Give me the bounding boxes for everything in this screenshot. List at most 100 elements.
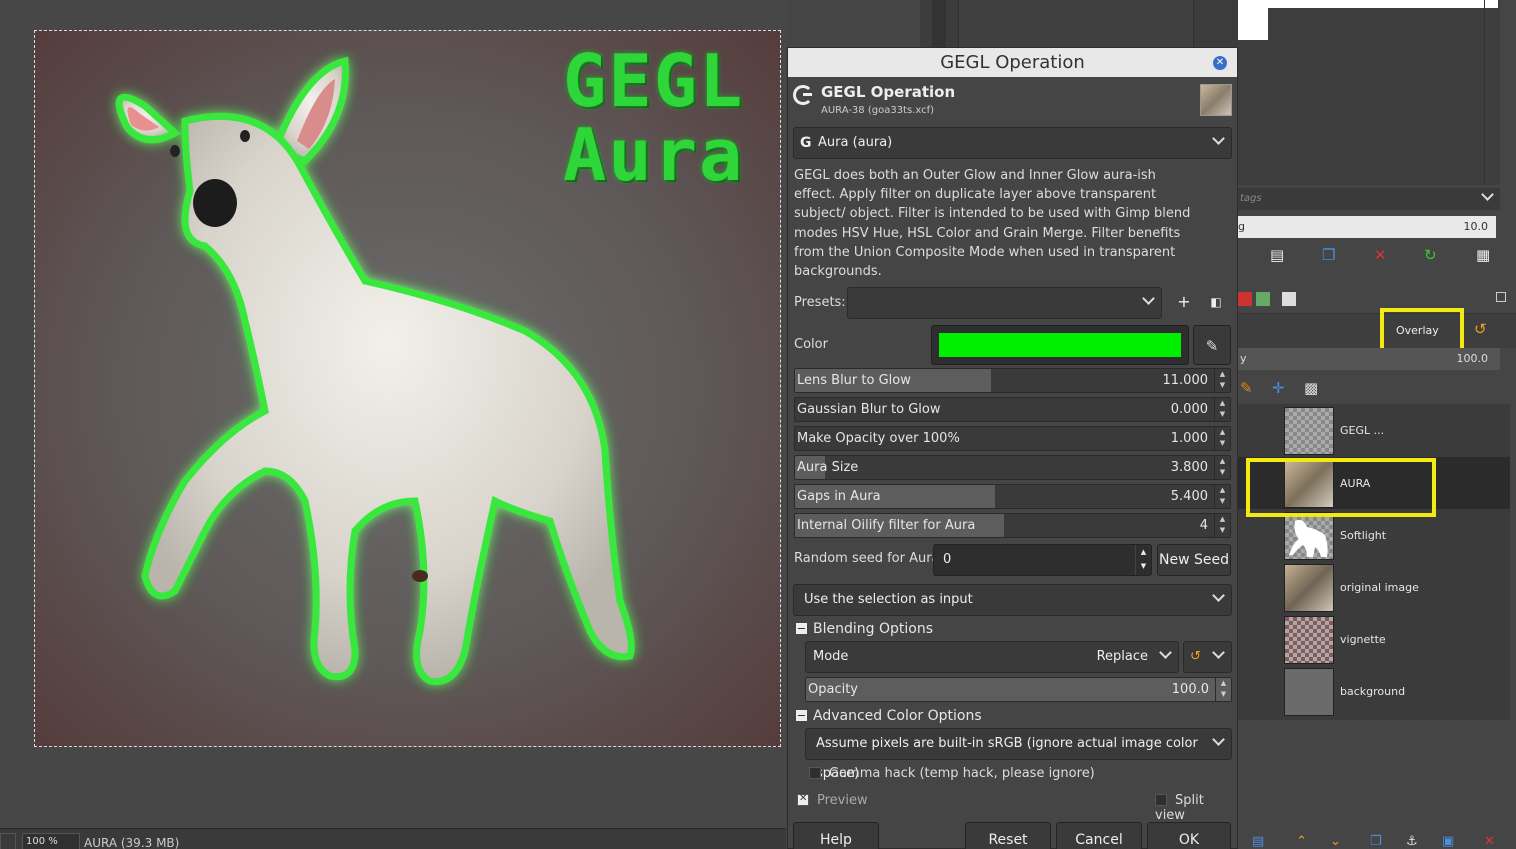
param-slider[interactable]: Gaps in Aura 5.400 ▲ ▼ [794,484,1231,509]
color-picker-icon[interactable]: ✎ [1193,325,1231,365]
new-layer-icon[interactable]: ▤ [1252,834,1264,849]
opacity-spinner[interactable]: ▲ ▼ [1215,678,1231,701]
brush-strip[interactable] [1268,0,1498,8]
brush-preview[interactable] [1238,0,1268,40]
slider-spinner[interactable]: ▲ ▼ [1214,369,1230,392]
param-slider[interactable]: Internal Oilify filter for Aura 4 ▲ ▼ [794,513,1231,538]
raise-layer-icon[interactable]: ⌃ [1296,834,1307,849]
tags-placeholder: tags [1240,193,1262,204]
slider-label: Make Opacity over 100% [797,431,960,446]
zoom-selector[interactable]: 100 % [22,833,80,849]
composite-select[interactable]: ↺ [1183,641,1232,673]
duplicate-layer-icon[interactable]: ❐ [1370,834,1382,849]
dialog-titlebar[interactable]: GEGL Operation ✕ [788,48,1237,77]
mask-layer-icon[interactable]: ▣ [1442,834,1454,849]
layer-row[interactable]: vignette [1238,613,1510,665]
presets-select[interactable] [847,287,1162,319]
slider-fill [806,678,1231,701]
lock-row: ✎ ✛ ▩ [1238,378,1516,402]
lock-position-icon[interactable]: ✛ [1272,379,1285,397]
gamma-hack-label: Gamma hack (temp hack, please ignore) [829,766,1095,781]
unit-selector[interactable] [0,833,16,849]
color-button[interactable] [931,325,1189,365]
input-select[interactable]: Use the selection as input [793,584,1232,616]
advanced-color-toggle[interactable]: Advanced Color Options [796,708,982,724]
layer-name: original image [1340,581,1419,594]
image-thumbnail [1200,84,1232,116]
lock-alpha-icon[interactable]: ▩ [1304,379,1318,397]
slider-spinner[interactable]: ▲ ▼ [1214,514,1230,537]
preset-menu-icon[interactable]: ◧ [1203,289,1229,315]
slider-value: 4 [1199,518,1208,533]
add-preset-icon[interactable]: + [1171,289,1197,315]
delete-brush-icon[interactable]: ✕ [1374,246,1387,264]
param-slider[interactable]: Aura Size 3.800 ▲ ▼ [794,455,1231,480]
param-slider[interactable]: Gaussian Blur to Glow 0.000 ▲ ▼ [794,397,1231,422]
brushes-panel[interactable] [1238,0,1500,185]
operation-select[interactable]: G Aura (aura) [793,127,1232,159]
slider-spinner[interactable]: ▲ ▼ [1214,485,1230,508]
param-slider[interactable]: Make Opacity over 100% 1.000 ▲ ▼ [794,426,1231,451]
delete-layer-icon[interactable]: ✕ [1484,834,1495,849]
seed-spinner[interactable]: ▲ ▼ [1135,545,1151,575]
image-frame[interactable]: GEGL Aura [34,30,781,747]
color-swatch [939,333,1181,357]
opacity-slider[interactable]: Opacity 100.0 ▲ ▼ [805,677,1232,702]
refresh-icon[interactable]: ↻ [1424,246,1437,264]
blend-mode-select[interactable]: Mode Replace [805,641,1179,673]
split-view-checkbox[interactable]: Split view [1155,792,1237,823]
panel-separator [932,0,946,47]
tab-paths-icon[interactable] [1256,292,1270,306]
anchor-layer-icon[interactable]: ⚓ [1406,834,1418,849]
new-seed-button[interactable]: New Seed [1157,544,1231,576]
layer-row[interactable]: original image [1238,561,1510,613]
new-brush-icon[interactable]: ▤ [1270,246,1284,264]
slider-spinner[interactable]: ▲ ▼ [1214,398,1230,421]
chevron-down-icon [1214,128,1223,158]
tab-channels-icon[interactable] [1238,292,1252,306]
ok-button[interactable]: OK [1147,822,1231,849]
duplicate-brush-icon[interactable]: ❐ [1322,246,1335,264]
lock-pixels-icon[interactable]: ✎ [1240,379,1253,397]
reset-button[interactable]: Reset [965,822,1051,849]
image-canvas[interactable]: GEGL Aura [0,0,786,828]
dialog-header-title: GEGL Operation [821,83,956,101]
open-resource-icon[interactable]: ▦ [1476,246,1490,264]
tags-filter[interactable]: tags [1238,188,1500,210]
brushes-scrollbar[interactable] [1484,0,1494,183]
checkbox-box [797,793,809,806]
seed-input[interactable]: 0 ▲ ▼ [933,544,1152,576]
cancel-button[interactable]: Cancel [1056,822,1142,849]
blending-options-toggle[interactable]: Blending Options [796,621,933,637]
brush-actions: ▤ ❐ ✕ ↻ ▦ [1238,244,1516,268]
slider-label: Gaussian Blur to Glow [797,402,941,417]
color-space-select[interactable]: Assume pixels are built-in sRGB (ignore … [805,728,1232,781]
preview-checkbox[interactable]: Preview [797,792,868,808]
layer-name: vignette [1340,633,1386,646]
slider-spinner[interactable]: ▲ ▼ [1214,456,1230,479]
chevron-down-icon[interactable] [1483,188,1492,210]
layer-opacity-slider[interactable]: y 100.0 [1238,348,1500,370]
chevron-down-icon [1214,642,1223,672]
layer-row[interactable]: GEGL ... [1238,404,1510,456]
composite-mode-icon[interactable]: ↺ [1474,320,1487,338]
layer-row[interactable]: background [1238,665,1510,717]
layers-list[interactable]: GEGL ... AURA Softlight original image v… [1238,404,1510,720]
layer-opacity-label: y [1240,352,1247,365]
dock-tabs [1238,286,1516,314]
lower-layer-icon[interactable]: ⌄ [1330,834,1341,849]
color-label: Color [794,337,828,352]
gamma-hack-checkbox[interactable]: Gamma hack (temp hack, please ignore) [809,765,1095,781]
help-button[interactable]: Help [793,822,879,849]
dialog-header: GEGL Operation AURA-38 (goa33ts.xcf) [788,77,1237,123]
input-select-value: Use the selection as input [804,592,973,607]
param-slider[interactable]: Lens Blur to Glow 11.000 ▲ ▼ [794,368,1231,393]
slider-spinner[interactable]: ▲ ▼ [1214,427,1230,450]
dock-menu-icon[interactable] [1496,292,1506,302]
tab-layers-icon[interactable] [1282,292,1296,306]
right-dock: tags g 10.0 ▤ ❐ ✕ ↻ ▦ Overlay ↺ y 100.0 [1238,0,1516,849]
operation-value: Aura (aura) [818,135,893,150]
brush-spacing-slider[interactable]: g 10.0 [1238,216,1496,238]
close-icon[interactable]: ✕ [1213,56,1227,70]
slider-label: Aura Size [797,460,859,475]
